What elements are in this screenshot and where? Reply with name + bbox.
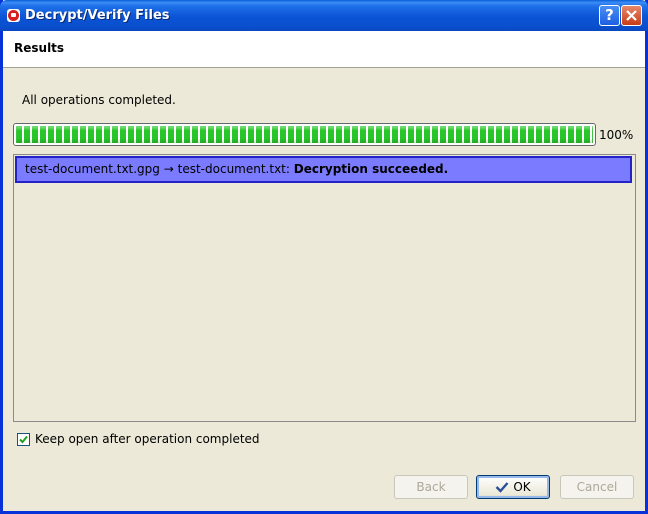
progress-fill [16,126,593,143]
progress-bar [13,123,596,146]
arrow-icon: → [163,162,174,176]
cancel-button[interactable]: Cancel [560,475,634,499]
page-title: Results [14,41,65,55]
ok-button[interactable]: OK [476,475,550,499]
target-file: test-document.txt: [177,162,290,176]
help-icon: ? [605,6,614,24]
result-message: Decryption succeeded. [293,162,449,176]
app-icon [7,9,20,22]
source-file: test-document.txt.gpg [25,162,160,176]
title-bar[interactable]: Decrypt/Verify Files ? [0,0,648,31]
window-title: Decrypt/Verify Files [25,8,170,23]
keep-open-label[interactable]: Keep open after operation completed [35,432,260,446]
status-text: All operations completed. [22,93,176,107]
close-icon [626,10,637,21]
keep-open-checkbox[interactable] [17,433,30,446]
checkmark-icon [495,482,509,493]
decrypt-verify-dialog: Decrypt/Verify Files ? Results All opera… [0,0,648,514]
list-item[interactable]: test-document.txt.gpg → test-document.tx… [15,156,632,183]
close-button[interactable] [621,5,642,26]
results-list[interactable]: test-document.txt.gpg → test-document.tx… [13,154,636,422]
ok-label: OK [513,480,531,494]
help-button[interactable]: ? [599,5,620,26]
page-header: Results [3,31,645,68]
progress-percent: 100% [599,128,634,142]
checkmark-icon [19,435,28,444]
back-button[interactable]: Back [394,475,468,499]
